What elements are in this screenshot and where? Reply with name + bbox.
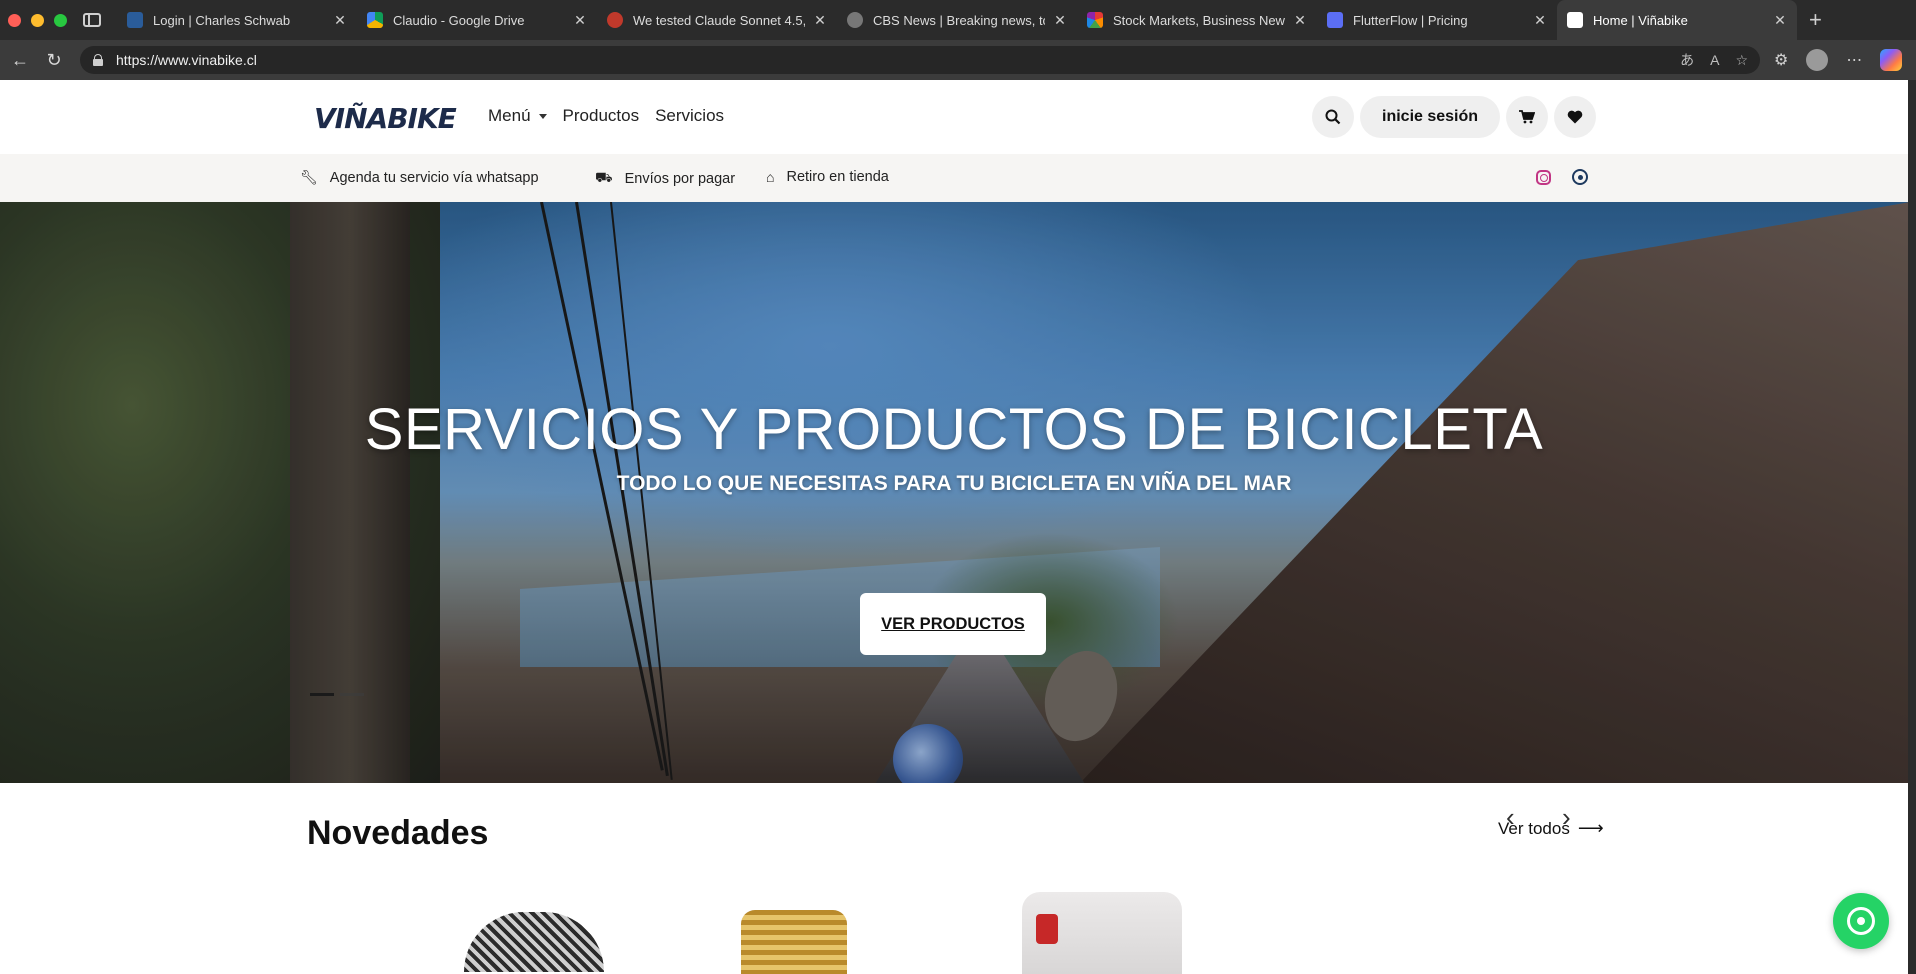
info-shipping: ⛟ Envíos por pagar <box>595 169 735 188</box>
minimize-window-button[interactable] <box>31 13 44 27</box>
sidebar-toggle-icon[interactable] <box>83 13 101 27</box>
close-tab-icon[interactable]: ✕ <box>1053 12 1067 29</box>
page-viewport: VIÑABIKE Menú Productos Servicios inicie… <box>0 80 1908 974</box>
tab-title: Home | Viñabike <box>1593 12 1688 28</box>
close-tab-icon[interactable]: ✕ <box>1533 12 1547 29</box>
star-icon[interactable]: ☆ <box>1735 52 1748 69</box>
see-all-label: Ver todos <box>1498 818 1570 838</box>
hero-subtitle: TODO LO QUE NECESITAS PARA TU BICICLETA … <box>616 472 1292 495</box>
info-whatsapp-service[interactable]: 🔧︎ Agenda tu servicio vía whatsapp <box>300 169 539 186</box>
hero-banner: SERVICIOS Y PRODUCTOS DE BICICLETA TODO … <box>0 202 1908 783</box>
instagram-icon[interactable] <box>1536 170 1551 185</box>
back-icon[interactable]: ← <box>6 50 34 71</box>
close-tab-icon[interactable]: ✕ <box>573 12 587 29</box>
search-button[interactable] <box>1312 96 1354 138</box>
info-schedule-text: Agenda tu servicio vía whatsapp <box>329 169 539 186</box>
translate-icon[interactable]: あ <box>1680 50 1694 70</box>
extensions-icon[interactable]: ⚙ <box>1774 50 1788 70</box>
window-controls <box>8 13 67 27</box>
browser-actions: ⚙ ⋯ <box>1774 49 1903 71</box>
browser-tab-bar: Login | Charles Schwab ✕ Claudio - Googl… <box>0 0 1916 40</box>
slider-dot[interactable] <box>340 693 364 696</box>
wishlist-button[interactable] <box>1554 96 1597 138</box>
site-header: VIÑABIKE Menú Productos Servicios inicie… <box>0 80 1908 154</box>
product-image-bottle[interactable] <box>1022 892 1182 974</box>
tab-vinabike[interactable]: Home | Viñabike ✕ <box>1557 0 1797 40</box>
wrench-icon: 🔧︎ <box>300 169 318 185</box>
nav-menu-label: Menú <box>488 106 531 125</box>
whatsapp-icon[interactable] <box>1572 169 1588 185</box>
info-pickup: ⌂ Retiro en tienda <box>766 169 889 185</box>
nav-services-link[interactable]: Servicios <box>655 106 724 126</box>
tab-claude-article[interactable]: We tested Claude Sonnet 4.5, C ✕ <box>597 0 837 40</box>
view-products-button[interactable]: VER PRODUCTOS <box>860 593 1046 655</box>
tab-title: We tested Claude Sonnet 4.5, C <box>633 12 805 28</box>
info-strip: 🔧︎ Agenda tu servicio vía whatsapp ⛟ Env… <box>0 154 1908 202</box>
heart-icon <box>1567 110 1583 124</box>
reload-icon[interactable]: ↻ <box>40 50 68 71</box>
maximize-window-button[interactable] <box>54 13 67 27</box>
cart-button[interactable] <box>1506 96 1549 138</box>
truck-icon: ⛟ <box>595 169 613 185</box>
section-title-novedades: Novedades <box>307 814 489 852</box>
read-aloud-icon[interactable]: A <box>1710 52 1719 68</box>
see-all-link[interactable]: Ver todos ⟶ <box>1498 818 1604 839</box>
window-edge <box>1908 80 1916 974</box>
cbs-favicon-icon <box>847 12 863 28</box>
whatsapp-float-button[interactable] <box>1833 893 1889 949</box>
schwab-favicon-icon <box>127 12 143 28</box>
tab-charles-schwab[interactable]: Login | Charles Schwab ✕ <box>117 0 357 40</box>
header-actions: inicie sesión <box>1312 96 1597 138</box>
hero-title: SERVICIOS Y PRODUCTOS DE BICICLETA <box>364 397 1544 462</box>
lock-icon[interactable] <box>92 54 104 66</box>
product-image-valve[interactable] <box>741 910 847 974</box>
nav-products-link[interactable]: Productos <box>563 106 640 126</box>
login-button[interactable]: inicie sesión <box>1360 96 1501 138</box>
tab-title: Claudio - Google Drive <box>393 12 525 28</box>
url-text[interactable]: https://www.vinabike.cl <box>116 52 1664 68</box>
slider-dot[interactable] <box>310 693 334 696</box>
whatsapp-icon <box>1847 907 1875 935</box>
url-field[interactable]: https://www.vinabike.cl あ A ☆ <box>80 46 1760 74</box>
address-bar-row: ← ↻ https://www.vinabike.cl あ A ☆ ⚙ ⋯ <box>0 40 1916 80</box>
new-tab-icon[interactable]: + <box>1809 7 1822 33</box>
profile-icon[interactable] <box>1806 49 1829 71</box>
drive-favicon-icon <box>367 12 383 28</box>
tab-stock-markets[interactable]: Stock Markets, Business News, ✕ <box>1077 0 1317 40</box>
copilot-icon[interactable] <box>1880 49 1903 71</box>
info-pickup-text: Retiro en tienda <box>786 169 889 185</box>
close-window-button[interactable] <box>8 13 21 27</box>
info-shipping-text: Envíos por pagar <box>624 170 736 187</box>
chevron-down-icon <box>538 113 547 119</box>
tab-google-drive[interactable]: Claudio - Google Drive ✕ <box>357 0 597 40</box>
tab-flutterflow[interactable]: FlutterFlow | Pricing ✕ <box>1317 0 1557 40</box>
vinabike-logo[interactable]: VIÑABIKE <box>314 102 457 135</box>
tab-title: Login | Charles Schwab <box>153 12 291 28</box>
home-icon: ⌂ <box>766 169 775 185</box>
tab-title: Stock Markets, Business News, <box>1113 12 1285 28</box>
close-tab-icon[interactable]: ✕ <box>1773 12 1787 29</box>
cart-icon <box>1519 110 1536 124</box>
tab-title: CBS News | Breaking news, top <box>873 12 1045 28</box>
arrow-right-icon: ⟶ <box>1577 818 1604 838</box>
flutterflow-favicon-icon <box>1327 12 1343 28</box>
main-nav: Menú Productos Servicios <box>488 106 724 126</box>
slider-dots <box>310 693 364 696</box>
close-tab-icon[interactable]: ✕ <box>1293 12 1307 29</box>
vinabike-favicon-icon <box>1567 12 1583 28</box>
close-tab-icon[interactable]: ✕ <box>813 12 827 29</box>
product-image-cassette[interactable] <box>464 912 604 972</box>
article-favicon-icon <box>607 12 623 28</box>
close-tab-icon[interactable]: ✕ <box>333 12 347 29</box>
more-icon[interactable]: ⋯ <box>1846 50 1862 70</box>
search-icon <box>1325 109 1341 125</box>
nav-menu-dropdown[interactable]: Menú <box>488 106 547 126</box>
tab-cbs-news[interactable]: CBS News | Breaking news, top ✕ <box>837 0 1077 40</box>
tab-title: FlutterFlow | Pricing <box>1353 12 1468 28</box>
cnbc-favicon-icon <box>1087 12 1103 28</box>
